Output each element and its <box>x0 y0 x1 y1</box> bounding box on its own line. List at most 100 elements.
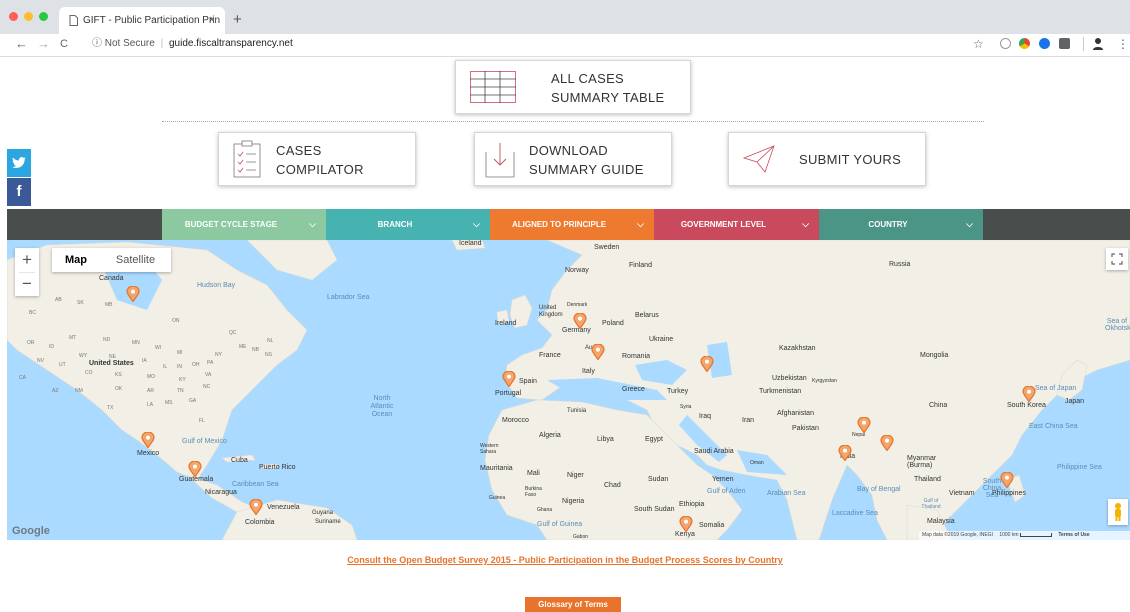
glossary-button[interactable]: Glossary of Terms <box>525 597 621 612</box>
map-label-state: CA <box>19 375 26 381</box>
case-marker-bangladesh[interactable] <box>880 435 894 451</box>
map-label-syria: Syria <box>680 404 692 410</box>
map-label-hudson-bay: Hudson Bay <box>197 282 236 289</box>
address-bar[interactable]: ⓘ Not Secure | guide.fiscaltransparency.… <box>92 36 293 52</box>
download-summary-guide-button[interactable]: DOWNLOAD SUMMARY GUIDE <box>474 132 672 186</box>
case-marker-guatemala[interactable] <box>188 461 202 477</box>
reload-button[interactable]: C <box>60 36 68 52</box>
zoom-control: + − <box>15 248 39 296</box>
map-label-labrador-sea: Labrador Sea <box>327 294 370 301</box>
chrome-extension-icon[interactable] <box>1019 38 1030 49</box>
map-label-laccadive-sea: Laccadive Sea <box>832 510 878 517</box>
map-terms-link[interactable]: Terms of Use <box>1058 532 1089 538</box>
filter-branch[interactable]: BRANCH ⌵ <box>326 209 490 240</box>
forward-button[interactable]: → <box>37 36 50 52</box>
google-logo[interactable]: Google <box>12 525 50 537</box>
map-label-state: OR <box>27 340 35 346</box>
map-label-kenya: Kenya <box>675 531 695 538</box>
map-label-nigeria: Nigeria <box>562 498 585 505</box>
map-label-state: ME <box>239 344 247 350</box>
extension-icon-1[interactable] <box>1000 38 1011 49</box>
world-map[interactable]: Canada Hudson Bay Labrador Sea United St… <box>7 240 1130 540</box>
map-label-state: PA <box>207 360 214 366</box>
extension-icon-3[interactable] <box>1059 38 1070 49</box>
tab-title: GIFT - Public Participation Prin <box>83 15 221 26</box>
map-label-portugal: Portugal <box>495 390 522 397</box>
tab-close-icon[interactable]: × <box>209 7 215 34</box>
street-view-pegman[interactable] <box>1108 499 1128 525</box>
map-label-state: ID <box>49 344 54 350</box>
map-label-iran: Iran <box>742 417 755 424</box>
submit-yours-button[interactable]: SUBMIT YOURS <box>728 132 926 186</box>
table-icon <box>470 71 516 103</box>
case-marker-colombia[interactable] <box>249 499 263 515</box>
map-label-ireland: Ireland <box>495 320 517 327</box>
map-label-state: GA <box>189 398 197 404</box>
map-label-chad: Chad <box>604 482 621 489</box>
case-marker-india[interactable] <box>838 445 852 461</box>
facebook-share-button[interactable]: f <box>7 178 31 206</box>
map-label-state: WY <box>79 353 88 359</box>
twitter-share-button[interactable] <box>7 149 31 177</box>
map-label-libya: Libya <box>597 436 614 443</box>
all-cases-summary-table-button[interactable]: ALL CASES SUMMARY TABLE <box>455 60 691 114</box>
map-label-gulf-of-mexico: Gulf of Mexico <box>182 438 227 445</box>
minimize-window-dot[interactable] <box>24 12 33 21</box>
extension-icon-2[interactable] <box>1039 38 1050 49</box>
case-marker-kenya[interactable] <box>679 516 693 532</box>
filter-country[interactable]: COUNTRY ⌵ <box>819 209 983 240</box>
filter-label: ALIGNED TO PRINCIPLE <box>511 220 607 229</box>
case-marker-austria[interactable] <box>591 344 605 360</box>
map-label-state: AB <box>55 297 62 303</box>
map-label-sea-of-japan: Sea of Japan <box>1035 385 1077 392</box>
profile-icon[interactable] <box>1092 37 1104 50</box>
filter-budget-cycle-stage[interactable]: BUDGET CYCLE STAGE ⌵ <box>162 209 326 240</box>
zoom-in-button[interactable]: + <box>15 248 39 272</box>
map-label-myanmar: Myanmar (Burma) <box>907 455 937 469</box>
map-type-map-button[interactable]: Map <box>52 248 100 272</box>
case-marker-canada[interactable] <box>126 286 140 302</box>
map-label-state: MS <box>165 400 173 406</box>
map-type-satellite-button[interactable]: Satellite <box>100 248 171 272</box>
map-type-control: Map Satellite <box>52 248 171 272</box>
close-window-dot[interactable] <box>9 12 18 21</box>
case-marker-nepal[interactable] <box>857 417 871 433</box>
case-marker-germany[interactable] <box>573 313 587 329</box>
map-label-sea-of-okhotsk: Sea of Okhotsk <box>1105 318 1130 332</box>
chevron-down-icon: ⌵ <box>473 219 480 229</box>
map-label-state: OH <box>192 362 200 368</box>
open-budget-survey-link[interactable]: Consult the Open Budget Survey 2015 - Pu… <box>0 555 1130 565</box>
new-tab-button[interactable]: + <box>233 12 242 28</box>
cases-compilator-button[interactable]: CASES COMPILATOR <box>218 132 416 186</box>
case-marker-portugal[interactable] <box>502 371 516 387</box>
chevron-down-icon: ⌵ <box>966 219 973 229</box>
browser-menu-icon[interactable]: ⋮ <box>1117 37 1129 51</box>
filter-label: GOVERNMENT LEVEL <box>680 220 767 229</box>
map-label-philippine-sea: Philippine Sea <box>1057 464 1102 471</box>
map-label-thailand: Thailand <box>914 476 941 483</box>
case-marker-philippines[interactable] <box>1000 472 1014 488</box>
map-label-guyana: Guyana <box>312 510 334 516</box>
map-label-ukraine: Ukraine <box>649 336 674 343</box>
browser-tab[interactable]: GIFT - Public Participation Prin × <box>59 7 225 34</box>
fullscreen-button[interactable] <box>1106 248 1128 270</box>
map-label-state: MO <box>147 374 156 380</box>
back-button[interactable]: ← <box>15 36 28 52</box>
map-label-state: KS <box>115 372 122 378</box>
map-label-state: FL <box>199 418 205 424</box>
filter-aligned-to-principle[interactable]: ALIGNED TO PRINCIPLE ⌵ <box>490 209 654 240</box>
maximize-window-dot[interactable] <box>39 12 48 21</box>
map-label-france: France <box>539 352 561 359</box>
case-marker-south-korea[interactable] <box>1022 386 1036 402</box>
map-label-state: MT <box>69 335 77 341</box>
map-label-italy: Italy <box>582 368 595 375</box>
map-label-mauritania: Mauritania <box>480 465 513 472</box>
filter-government-level[interactable]: GOVERNMENT LEVEL ⌵ <box>654 209 819 240</box>
zoom-out-button[interactable]: − <box>15 273 39 296</box>
security-indicator[interactable]: ⓘ Not Secure <box>92 38 155 49</box>
filter-label: BUDGET CYCLE STAGE <box>184 220 278 229</box>
case-marker-georgia[interactable] <box>700 356 714 372</box>
bookmark-star-icon[interactable]: ☆ <box>973 36 984 52</box>
map-label-state: UT <box>59 362 66 368</box>
case-marker-mexico[interactable] <box>141 432 155 448</box>
